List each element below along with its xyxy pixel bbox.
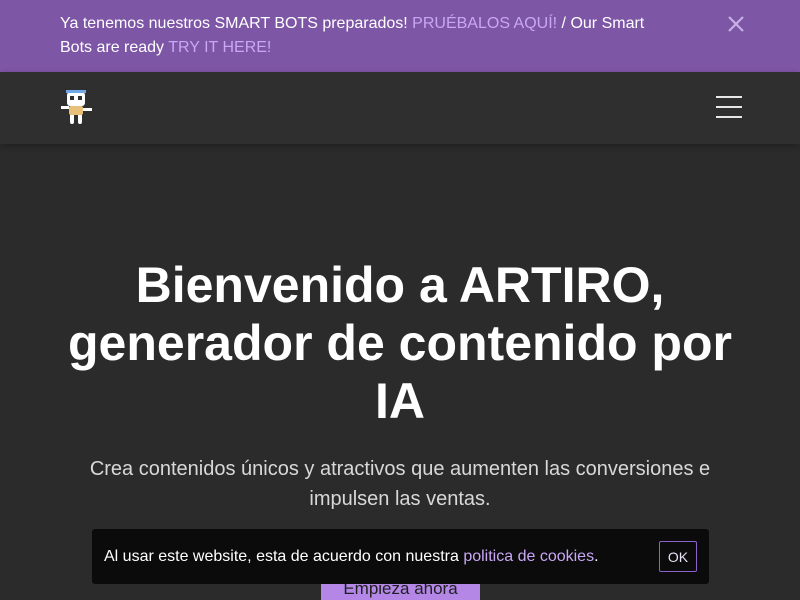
cookie-text: Al usar este website, esta de acuerdo co… bbox=[104, 546, 599, 568]
banner-link-es[interactable]: PRUÉBALOS AQUÍ! bbox=[412, 15, 557, 32]
cookie-text-before: Al usar este website, esta de acuerdo co… bbox=[104, 548, 464, 565]
hamburger-menu-icon[interactable] bbox=[716, 96, 742, 118]
hero-title: Bienvenido a ARTIRO, generador de conten… bbox=[68, 257, 732, 429]
cookie-consent-bar: Al usar este website, esta de acuerdo co… bbox=[92, 529, 709, 584]
banner-link-en[interactable]: TRY IT HERE! bbox=[168, 39, 271, 56]
announcement-banner: Ya tenemos nuestros SMART BOTS preparado… bbox=[0, 0, 800, 72]
hero-subtitle: Crea contenidos únicos y atractivos que … bbox=[89, 458, 711, 510]
close-icon[interactable] bbox=[724, 12, 748, 36]
robot-logo-icon[interactable] bbox=[58, 88, 96, 126]
banner-text: Ya tenemos nuestros SMART BOTS preparado… bbox=[60, 12, 680, 60]
cookie-ok-button[interactable]: OK bbox=[659, 541, 697, 572]
cookie-text-after: . bbox=[594, 548, 599, 565]
cookie-policy-link[interactable]: politica de cookies bbox=[463, 548, 594, 565]
banner-text-es: Ya tenemos nuestros SMART BOTS preparado… bbox=[60, 15, 413, 32]
navbar bbox=[0, 72, 800, 144]
